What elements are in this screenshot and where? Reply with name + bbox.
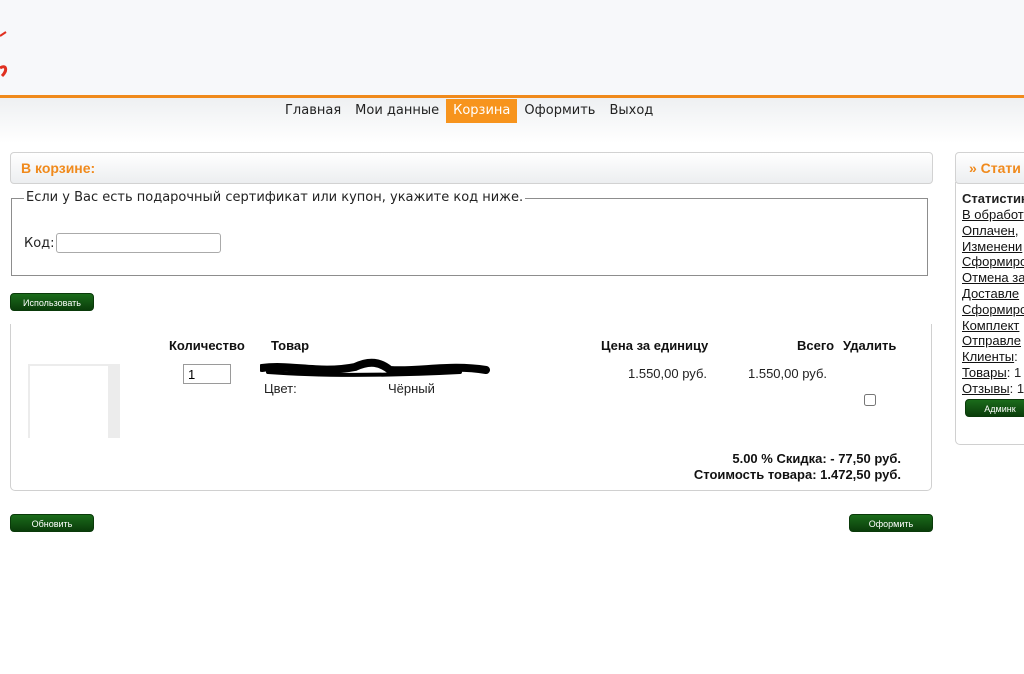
stats-link[interactable]: Клиенты [962,349,1014,364]
stats-link[interactable]: Отправле [962,333,1021,348]
coupon-fieldset: Если у Вас есть подарочный сертификат ил… [11,190,928,276]
stats-link[interactable]: Оплачен, [962,223,1018,238]
stats-link[interactable]: Сформиро [962,254,1024,269]
update-cart-button[interactable]: Обновить [10,514,94,532]
quantity-input[interactable] [183,364,231,384]
cart-panel-header: В корзине: [10,152,933,184]
coupon-legend: Если у Вас есть подарочный сертификат ил… [24,190,526,205]
stats-panel-title: » Стати [969,160,1021,176]
col-total-header: Всего [797,338,835,353]
list-item: Товары: 1 [962,365,1024,381]
main-nav: Главная Мои данные Корзина Оформить Выхо… [278,99,660,123]
list-item: В обработ [962,207,1024,223]
list-item: Отправле [962,333,1024,349]
stats-link[interactable]: Отзывы [962,381,1010,396]
stats-link[interactable]: Комплект [962,318,1019,333]
site-header [0,0,1024,98]
list-item: Изменени [962,239,1024,255]
stats-link[interactable]: Доставле [962,286,1019,301]
nav-logout[interactable]: Выход [602,99,660,123]
line-total: 1.550,00 руб. [748,366,828,381]
code-label: Код: [24,236,55,251]
product-thumbnail-image [30,366,108,438]
list-item: Клиенты: [962,349,1024,365]
list-item: Доставле [962,286,1024,302]
list-item: Сформиро [962,302,1024,318]
stats-panel-header: » Стати [955,152,1024,184]
nav-checkout[interactable]: Оформить [517,99,602,123]
stats-link[interactable]: Сформиро [962,302,1024,317]
apply-coupon-button[interactable]: Использовать [10,293,94,311]
checkout-button[interactable]: Оформить [849,514,933,532]
stats-title: Статистика [962,191,1024,206]
nav-my-data[interactable]: Мои данные [348,99,446,123]
subtotal-line: Стоимость товара: 1.472,50 руб. [693,467,901,482]
stats-link[interactable]: Отмена за [962,270,1024,285]
col-product-header: Товар [271,338,310,353]
stats-count: : 1 [1006,364,1022,380]
nav-home[interactable]: Главная [278,99,348,123]
coupon-code-input[interactable] [56,233,221,253]
cart-title: В корзине: [21,160,96,176]
color-attr-value: Чёрный [388,381,435,396]
col-unit-price-header: Цена за единицу [601,338,709,353]
product-thumbnail[interactable] [28,364,120,438]
redacted-product-name[interactable] [260,358,490,382]
discount-line: 5.00 % Скидка: - 77,50 руб. [732,451,901,466]
stats-link[interactable]: Товары [962,365,1007,380]
unit-price: 1.550,00 руб. [628,366,708,381]
nav-cart[interactable]: Корзина [446,99,518,123]
color-attr-label: Цвет: [264,381,297,396]
col-remove-header: Удалить [843,338,897,353]
stats-list: В обработ Оплачен, Изменени Сформиро Отм… [962,207,1024,397]
logo-fragment-icon[interactable] [0,30,10,80]
stats-link[interactable]: В обработ [962,207,1024,222]
stats-count: : [1014,349,1018,365]
list-item: Комплект [962,318,1024,334]
list-item: Оплачен, [962,223,1024,239]
col-qty-header: Количество [169,338,245,353]
list-item: Отмена за [962,270,1024,286]
admin-button[interactable]: Админк [965,399,1024,417]
remove-item-checkbox[interactable] [864,394,876,406]
list-item: Отзывы: 1 [962,381,1024,397]
stats-link[interactable]: Изменени [962,239,1022,254]
stats-count: : 1 [1009,380,1024,396]
list-item: Сформиро [962,254,1024,270]
